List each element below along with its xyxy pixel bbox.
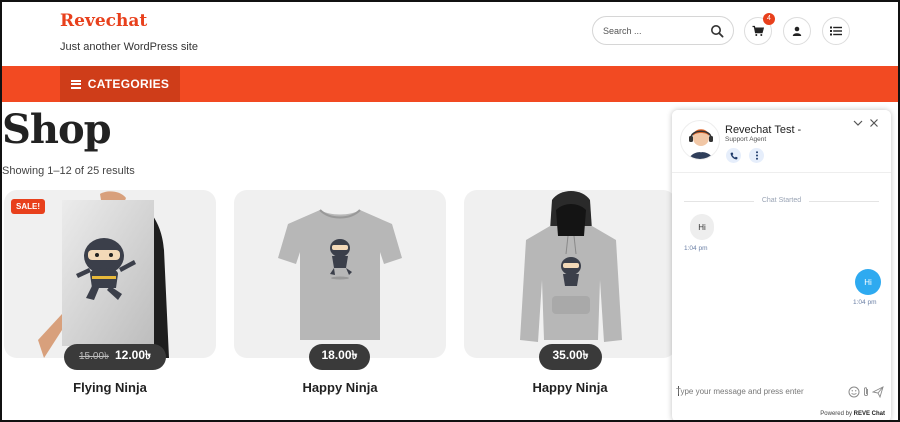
- phone-icon: [730, 152, 737, 159]
- site-title[interactable]: Revechat: [60, 11, 147, 31]
- list-icon: [830, 26, 842, 36]
- old-price: 15.00৳: [78, 350, 109, 362]
- agent-role: Support Agent: [725, 136, 767, 143]
- product-title[interactable]: Happy Ninja: [464, 380, 676, 395]
- outgoing-message: Hi: [855, 269, 881, 295]
- chat-started-label: Chat Started: [761, 197, 802, 204]
- incoming-message: Hi: [690, 214, 714, 240]
- search-icon[interactable]: [710, 24, 724, 38]
- price-tag: 35.00৳: [539, 344, 602, 370]
- page-title: Shop: [2, 106, 112, 153]
- more-vertical-icon: [755, 151, 758, 160]
- hamburger-icon: [70, 79, 81, 89]
- product-title[interactable]: Flying Ninja: [4, 380, 216, 395]
- agent-name: Revechat Test -: [725, 124, 802, 136]
- browser-viewport: Revechat Just another WordPress site 4: [0, 0, 900, 422]
- search-input[interactable]: [603, 25, 703, 36]
- chat-options-button[interactable]: [749, 148, 764, 163]
- categories-label: CATEGORIES: [87, 77, 170, 91]
- sale-badge: SALE!: [11, 199, 45, 214]
- cart-count-badge: 4: [763, 13, 775, 25]
- powered-by-brand[interactable]: REVE Chat: [854, 411, 885, 417]
- close-icon[interactable]: [869, 118, 879, 128]
- agent-avatar: [680, 120, 720, 160]
- message-time: 1:04 pm: [853, 299, 877, 306]
- user-icon: [792, 26, 802, 36]
- message-time: 1:04 pm: [684, 245, 708, 252]
- minimize-chevron-icon[interactable]: [853, 118, 863, 128]
- price-tag: 15.00৳ 12.00৳: [64, 344, 166, 370]
- product-image-tshirt[interactable]: [234, 190, 446, 358]
- current-price: 18.00৳: [321, 348, 358, 362]
- current-price: 35.00৳: [552, 348, 589, 362]
- cart-button[interactable]: 4: [744, 13, 775, 45]
- product-image-poster[interactable]: [4, 190, 216, 358]
- chat-message-input[interactable]: [676, 387, 836, 396]
- chat-header: Revechat Test - Support Agent: [672, 110, 891, 173]
- product-card[interactable]: [464, 190, 676, 358]
- result-count: Showing 1–12 of 25 results: [2, 165, 135, 177]
- account-button[interactable]: [783, 17, 811, 45]
- categories-button[interactable]: CATEGORIES: [60, 66, 180, 102]
- cart-icon: [752, 25, 764, 36]
- chat-widget: Revechat Test - Support Agent Chat Start…: [672, 110, 891, 420]
- price-tag: 18.00৳: [309, 344, 370, 370]
- current-price: 12.00৳: [115, 348, 152, 362]
- product-card[interactable]: [234, 190, 446, 358]
- menu-button[interactable]: [822, 17, 850, 45]
- send-icon[interactable]: [872, 386, 884, 398]
- emoji-icon[interactable]: [848, 386, 860, 398]
- primary-navbar: CATEGORIES: [2, 66, 898, 102]
- powered-by: Powered by REVE Chat: [820, 411, 885, 417]
- search-box[interactable]: [592, 16, 734, 45]
- product-title[interactable]: Happy Ninja: [234, 380, 446, 395]
- product-image-hoodie[interactable]: [464, 190, 676, 358]
- attachment-icon[interactable]: [860, 386, 872, 398]
- powered-by-label: Powered by: [820, 411, 852, 417]
- call-button[interactable]: [726, 148, 741, 163]
- product-card[interactable]: [4, 190, 216, 358]
- site-tagline: Just another WordPress site: [60, 41, 198, 53]
